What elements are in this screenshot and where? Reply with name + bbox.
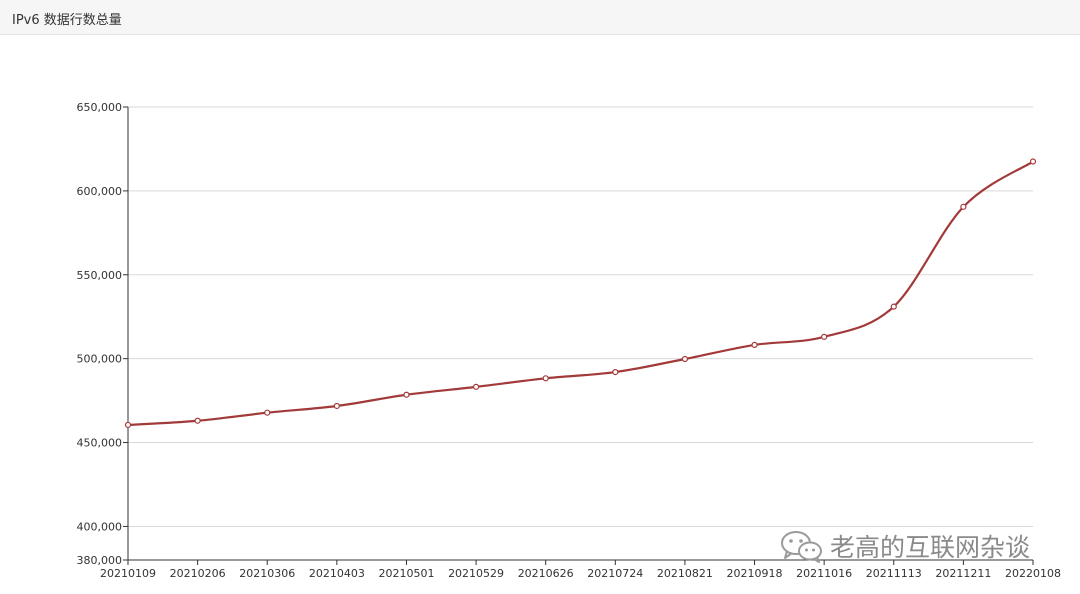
data-point: [542, 375, 549, 382]
y-tick-label: 600,000: [77, 185, 123, 198]
series-line: [127, 160, 1034, 427]
data-point: [472, 383, 480, 390]
watermark-text: 老高的互联网杂谈: [830, 533, 1031, 562]
data-point: [612, 368, 619, 376]
x-tick-label: 20210403: [309, 567, 365, 580]
x-tick-label: 20210724: [587, 567, 643, 580]
y-tick-label: 450,000: [77, 437, 123, 450]
line-chart: 380,000 400,000 450,000 500,000 550,000 600,0…: [77, 101, 1062, 580]
wechat-icon: [781, 531, 822, 563]
data-point: [890, 303, 897, 310]
watermark: 老高的互联网杂谈: [780, 528, 1030, 564]
y-tick-label: 400,000: [77, 520, 123, 533]
data-point: [681, 355, 689, 363]
x-tick-label: 20211016: [796, 567, 852, 580]
x-tick-label: 20210206: [170, 567, 226, 580]
data-point: [1029, 158, 1037, 165]
data-point: [821, 333, 828, 340]
x-tick-label: 20210626: [518, 567, 574, 580]
x-tick-label: 20210306: [239, 567, 295, 580]
data-point: [403, 391, 410, 398]
data-point: [194, 417, 201, 424]
data-point: [124, 421, 132, 429]
y-tick-label: 650,000: [77, 101, 123, 114]
data-point: [333, 402, 340, 410]
x-tick-label: 20210821: [657, 567, 713, 580]
data-point: [264, 409, 271, 416]
x-tick-label: 20210529: [448, 567, 504, 580]
x-tick-label: 20211113: [866, 567, 922, 580]
x-tick-label: 20210501: [378, 567, 434, 580]
y-tick-label: 500,000: [77, 353, 123, 366]
x-tick-label: 20210109: [100, 567, 156, 580]
x-tick-label: 20220108: [1005, 567, 1061, 580]
y-tick-label: 550,000: [77, 269, 123, 282]
data-point: [751, 341, 758, 349]
x-tick-label: 20211211: [935, 567, 991, 580]
y-tick-label: 380,000: [77, 554, 123, 567]
data-point: [960, 203, 967, 210]
x-tick-label: 20210918: [727, 567, 783, 580]
